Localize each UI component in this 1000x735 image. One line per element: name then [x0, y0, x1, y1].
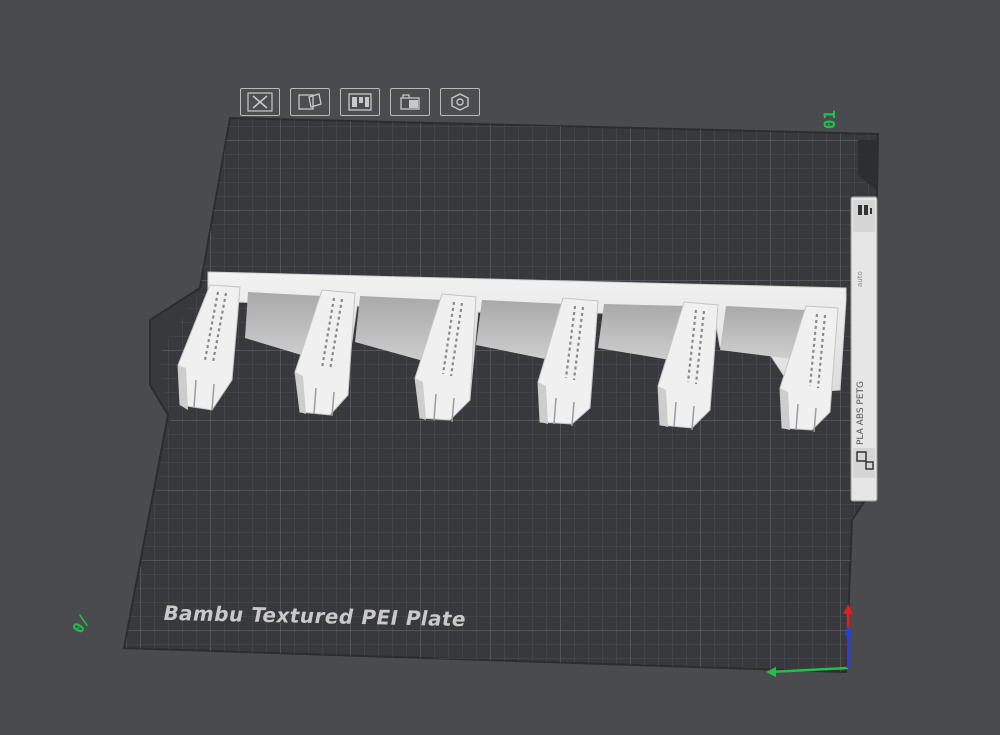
- side-panel-small-label: auto: [856, 271, 864, 287]
- 3d-viewport[interactable]: Bambu Textured PEI Plate 01 0/ PLA ABS P…: [0, 0, 1000, 735]
- delete-icon: [247, 92, 273, 112]
- orient-icon: [348, 93, 372, 111]
- filament-type-label: PLA ABS PETG: [856, 381, 866, 445]
- settings-icon: [451, 93, 469, 111]
- build-plate: [122, 116, 880, 674]
- settings-button[interactable]: [440, 88, 480, 116]
- delete-button[interactable]: [240, 88, 280, 116]
- build-plate-scene[interactable]: [0, 0, 1000, 735]
- lock-button[interactable]: [390, 88, 430, 116]
- auto-orient-button[interactable]: [340, 88, 380, 116]
- plate-toolbar: [240, 88, 480, 116]
- arrange-button[interactable]: [290, 88, 330, 116]
- lock-icon: [400, 94, 420, 110]
- arrange-icon: [298, 93, 322, 110]
- plate-number[interactable]: 01: [820, 110, 839, 129]
- plate-side-panel[interactable]: [850, 196, 878, 502]
